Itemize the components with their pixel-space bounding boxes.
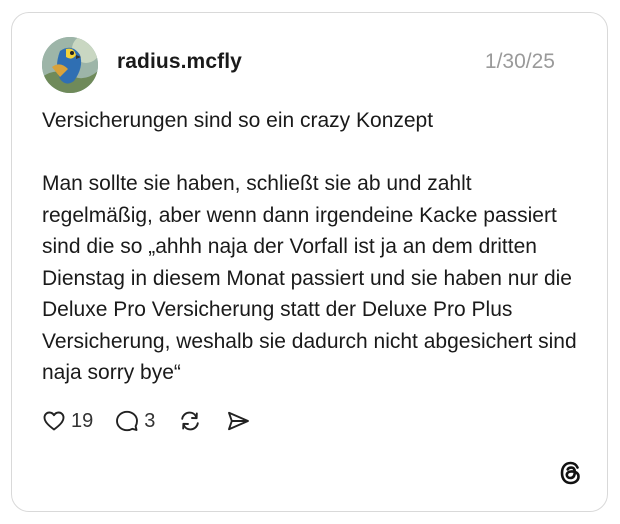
post-card: radius.mcfly 1/30/25 Versicherungen sind… (11, 12, 608, 512)
speech-bubble-icon (116, 410, 139, 432)
username[interactable]: radius.mcfly (117, 50, 242, 74)
post-text: Versicherungen sind so ein crazy Konzept… (42, 109, 577, 384)
repost-button[interactable] (177, 409, 203, 433)
repost-icon (181, 411, 200, 431)
like-button[interactable]: 19 (42, 409, 93, 433)
send-icon (228, 411, 250, 431)
reply-count: 3 (144, 409, 156, 432)
action-bar: 19 3 (42, 406, 273, 436)
threads-logo (560, 461, 580, 485)
like-count: 19 (71, 409, 94, 432)
parrot-avatar-image (42, 37, 98, 93)
share-button[interactable] (225, 409, 251, 433)
threads-logo-icon[interactable] (558, 460, 584, 486)
avatar[interactable] (42, 37, 98, 93)
post-date: 1/30/25 (484, 50, 555, 73)
reply-button[interactable]: 3 (115, 409, 155, 433)
heart-icon (43, 411, 65, 431)
